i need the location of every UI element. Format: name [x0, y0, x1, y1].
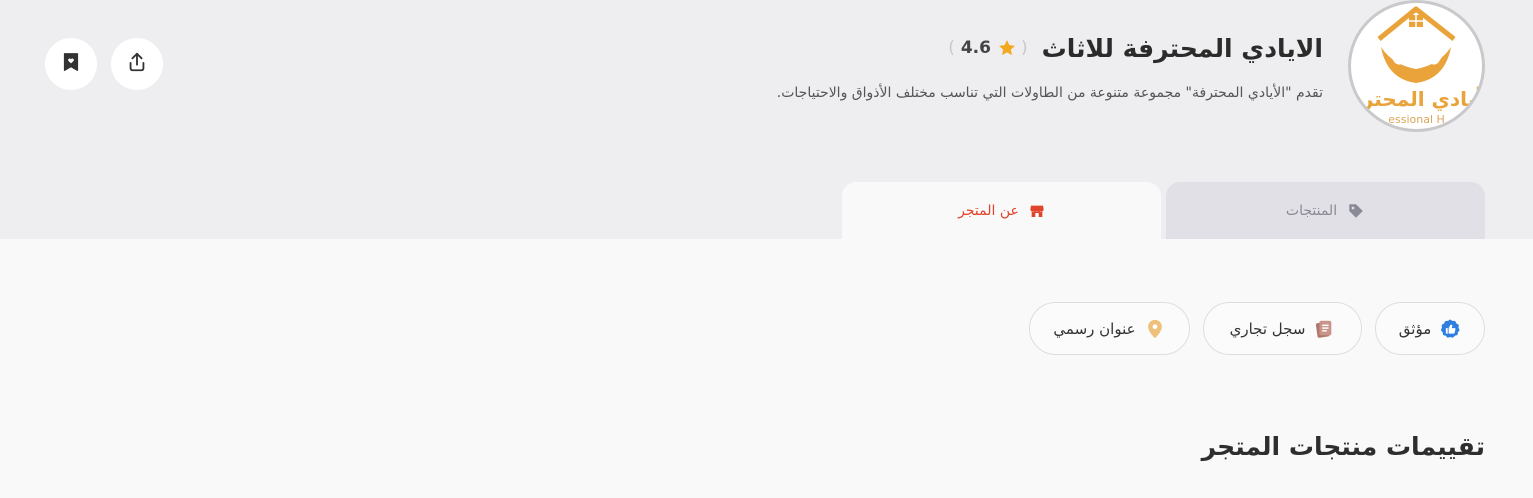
badge-official-address: عنوان رسمي [1029, 302, 1190, 355]
share-button[interactable] [111, 38, 163, 90]
store-description: تقدم "الأيادي المحترفة" مجموعة متنوعة من… [776, 85, 1323, 101]
document-icon [1313, 318, 1335, 340]
tab-products-label: المنتجات [1285, 202, 1338, 219]
logo-subtext: essional H [1388, 113, 1445, 126]
badge-verified: مؤثق [1375, 302, 1485, 355]
logo-wordmark: أيادي المحترفة [1348, 87, 1482, 111]
thumbs-up-icon [1439, 318, 1461, 340]
store-rating: ( 4.6 ) [948, 38, 1027, 58]
store-title-row: الايادي المحترفة للاثاث ( 4.6 ) [948, 30, 1323, 66]
section-title-store-reviews: تقييمات منتجات المتجر [1201, 432, 1485, 461]
rating-paren-open: ( [948, 38, 955, 58]
tab-about-store[interactable]: عن المتجر [842, 182, 1161, 239]
badge-commercial-register-label: سجل تجاري [1229, 319, 1306, 338]
bookmark-button[interactable] [45, 38, 97, 90]
store-logo: أيادي المحترفة essional H [1348, 0, 1485, 132]
badge-commercial-register: سجل تجاري [1203, 302, 1362, 355]
badge-verified-label: مؤثق [1398, 319, 1432, 338]
star-icon [997, 38, 1017, 58]
location-pin-icon [1144, 318, 1166, 340]
store-icon [1029, 203, 1045, 219]
share-icon [126, 51, 148, 77]
rating-value: 4.6 [960, 38, 991, 58]
tag-icon [1347, 202, 1365, 220]
store-name: الايادي المحترفة للاثاث [1041, 33, 1323, 63]
tab-products[interactable]: المنتجات [1166, 182, 1485, 239]
tab-about-store-label: عن المتجر [958, 202, 1019, 219]
badge-official-address-label: عنوان رسمي [1053, 319, 1136, 338]
rating-paren-close: ) [1020, 38, 1028, 58]
bookmark-heart-icon [60, 51, 82, 77]
